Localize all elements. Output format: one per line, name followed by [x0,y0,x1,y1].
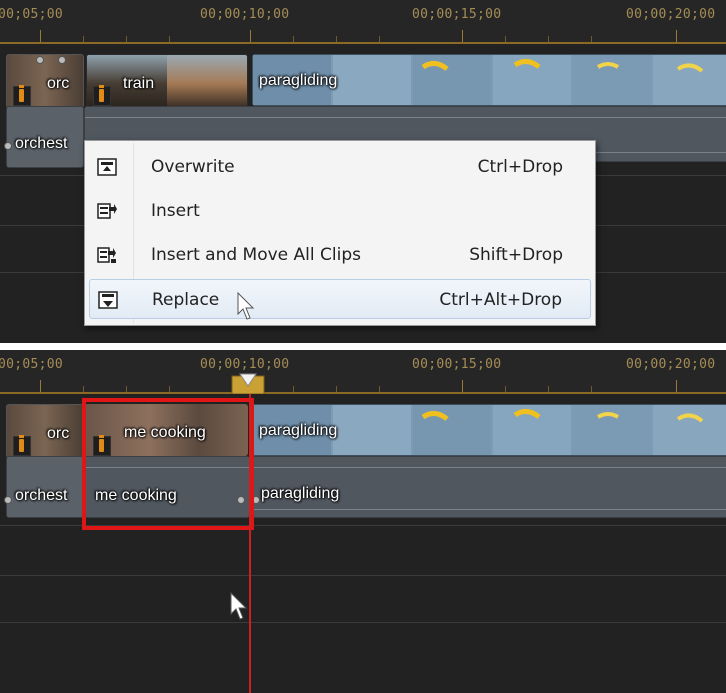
clip-handle[interactable] [58,56,66,64]
timeline-ruler[interactable]: 00;05;00 00;00;10;00 00;00;15;00 00;00;2… [0,0,726,44]
ruler-label: 00;05;00 [0,357,64,372]
ruler-tick [462,30,463,42]
insert-icon [97,203,117,219]
clip-title: orc [47,75,70,92]
info-icon [93,85,111,106]
insert-move-icon [97,247,116,263]
menu-item-shortcut: Shift+Drop [469,245,563,265]
info-icon [13,435,31,456]
timeline-panel-after: 00;05;00 00;00;10;00 00;00;15;00 00;00;2… [0,350,726,693]
menu-item-replace[interactable]: Replace Ctrl+Alt+Drop [89,279,591,319]
ruler-tick [462,380,463,392]
clip-handle[interactable] [36,56,44,64]
ruler-label: 00;00;20;00 [626,357,716,372]
replaced-clip-highlight [82,398,254,530]
timeline-ruler[interactable]: 00;05;00 00;00;10;00 00;00;15;00 00;00;2… [0,350,726,394]
clip-title: paragliding [261,485,340,502]
ruler-tick [676,30,677,42]
clip-title: orc [47,425,70,442]
menu-item-insert[interactable]: Insert [89,191,591,231]
orchestra-audio-clip[interactable]: orchest [6,456,84,518]
ruler-tick [676,380,677,392]
ruler-label: 00;00;15;00 [412,7,502,22]
ruler-label: 00;00;10;00 [200,7,290,22]
clip-handle[interactable] [4,496,12,504]
menu-item-label: Insert [151,201,200,221]
train-thumbnail [167,55,247,107]
menu-item-shortcut: Ctrl+Drop [477,157,563,177]
ruler-label: 00;05;00 [0,7,64,22]
menu-item-shortcut: Ctrl+Alt+Drop [439,290,562,310]
clip-title: paragliding [259,422,338,439]
clip-title: orchest [15,135,68,152]
drop-context-menu: Overwrite Ctrl+Drop Insert Insert and Mo… [84,140,596,326]
menu-item-label: Insert and Move All Clips [151,245,361,265]
ruler-tick [40,30,41,42]
overwrite-icon [97,158,117,176]
menu-item-label: Overwrite [151,157,235,177]
menu-item-overwrite[interactable]: Overwrite Ctrl+Drop [89,147,591,187]
playhead-marker-icon[interactable] [230,370,266,394]
playhead-line[interactable] [249,394,251,693]
ruler-tick [40,380,41,392]
mouse-cursor-icon [230,592,248,620]
timeline-panel-before: 00;05;00 00;00;10;00 00;00;15;00 00;00;2… [0,0,726,343]
menu-item-label: Replace [152,290,220,310]
track-divider [0,622,726,623]
clip-title: train [123,75,155,92]
audio-waveline [85,117,726,118]
clip-title: paragliding [259,72,338,89]
paragliding-video-clip[interactable]: paragliding [252,404,726,456]
ruler-label: 00;00;15;00 [412,357,502,372]
paragliding-audio-clip[interactable]: paragliding [252,456,726,518]
menu-item-insert-and-move[interactable]: Insert and Move All Clips Shift+Drop [89,235,591,275]
paragliding-video-clip[interactable]: paragliding [252,54,726,106]
ruler-tick [250,30,251,42]
mouse-cursor-icon [237,292,255,320]
orchestra-audio-clip[interactable]: orchest [6,106,84,168]
clip-title: orchest [15,487,68,504]
replace-icon [98,291,118,309]
info-icon [13,85,31,106]
ruler-label: 00;00;20;00 [626,7,716,22]
audio-waveline [253,509,726,510]
clip-handle[interactable] [4,142,12,150]
audio-waveline [253,467,726,468]
track-divider [0,575,726,576]
